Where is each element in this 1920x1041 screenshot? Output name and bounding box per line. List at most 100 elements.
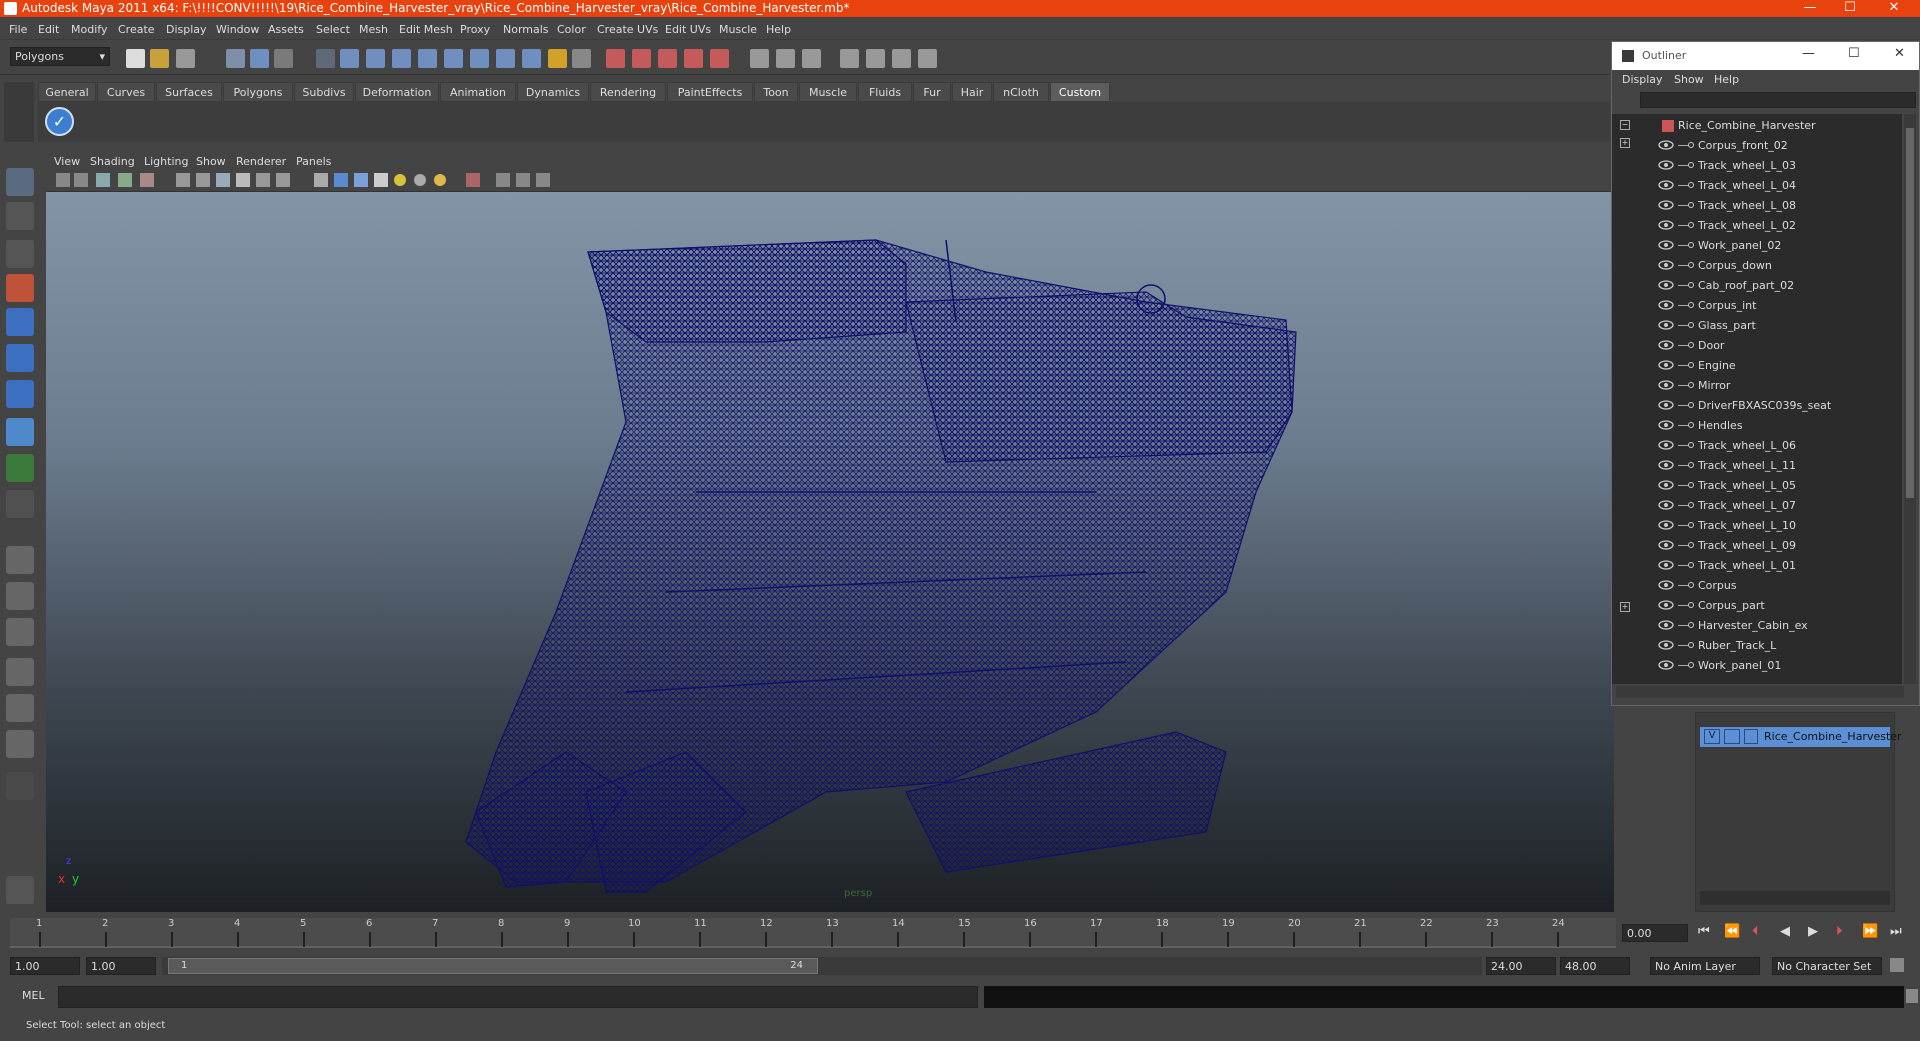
ipr-render-icon[interactable]: [632, 49, 651, 68]
pick-mask-icon[interactable]: [316, 49, 335, 68]
tab-fur[interactable]: Fur: [913, 82, 951, 102]
layer-row[interactable]: V Rice_Combine_Harvester: [1700, 727, 1902, 747]
vp-menu-show[interactable]: Show: [196, 155, 226, 168]
menu-edit-uvs[interactable]: Edit UVs: [665, 23, 711, 36]
two-d-pan-icon[interactable]: [140, 173, 154, 187]
mel-label[interactable]: MEL: [22, 989, 45, 1002]
range-slider-handle[interactable]: 1 24: [168, 958, 818, 974]
xray-joints-icon[interactable]: [516, 173, 530, 187]
all-lights-icon[interactable]: [414, 174, 426, 186]
tab-polygons[interactable]: Polygons: [223, 82, 293, 102]
vp-menu-view[interactable]: View: [54, 155, 80, 168]
bookmark-icon[interactable]: [96, 173, 110, 187]
outliner-item[interactable]: Track_wheel_L_05: [1612, 476, 1902, 496]
new-scene-icon[interactable]: [126, 49, 145, 68]
key-icon[interactable]: [1890, 958, 1904, 972]
outliner-item[interactable]: Track_wheel_L_03: [1612, 156, 1902, 176]
outliner-item[interactable]: Corpus_front_02: [1612, 136, 1902, 156]
tab-custom[interactable]: Custom: [1050, 82, 1110, 102]
tool-settings-icon[interactable]: [776, 49, 795, 68]
grid-toggle-icon[interactable]: [176, 173, 190, 187]
vp-menu-renderer[interactable]: Renderer: [236, 155, 286, 168]
snap-plane-icon[interactable]: [418, 49, 437, 68]
wire-on-shaded-icon[interactable]: [354, 173, 368, 187]
input-ops-icon[interactable]: [572, 49, 591, 68]
tab-general[interactable]: General: [38, 82, 96, 102]
single-pane-icon[interactable]: [6, 546, 34, 574]
outliner-item[interactable]: Glass_part: [1612, 316, 1902, 336]
outliner-item[interactable]: Corpus_int: [1612, 296, 1902, 316]
outliner-item[interactable]: Track_wheel_L_01: [1612, 556, 1902, 576]
history-icon[interactable]: [470, 49, 489, 68]
last-tool-icon[interactable]: [6, 490, 34, 518]
gate-mask-icon[interactable]: [236, 173, 250, 187]
tab-rendering[interactable]: Rendering: [590, 82, 666, 102]
step-back-frame-icon[interactable]: ⏴: [1752, 924, 1759, 939]
outliner-menu-display[interactable]: Display: [1622, 73, 1663, 86]
safe-action-icon[interactable]: [276, 173, 290, 187]
film-gate-icon[interactable]: [196, 173, 210, 187]
render-view-icon[interactable]: [710, 49, 729, 68]
outliner-item[interactable]: Track_wheel_L_09: [1612, 536, 1902, 556]
tab-muscle[interactable]: Muscle: [799, 82, 857, 102]
script-editor-icon[interactable]: [1906, 989, 1918, 1003]
outliner-item[interactable]: Hendles: [1612, 416, 1902, 436]
tab-curves[interactable]: Curves: [97, 82, 155, 102]
outliner-item[interactable]: Track_wheel_L_10: [1612, 516, 1902, 536]
step-forward-key-icon[interactable]: ⏩: [1862, 924, 1878, 939]
open-scene-icon[interactable]: [150, 49, 169, 68]
snap-curve-icon[interactable]: [366, 49, 385, 68]
outliner-item[interactable]: Engine: [1612, 356, 1902, 376]
tab-fluids[interactable]: Fluids: [858, 82, 912, 102]
hud-toggle-icon[interactable]: [536, 173, 550, 187]
viewport-scene[interactable]: x y z persp: [46, 192, 1614, 912]
menu-file[interactable]: File: [9, 23, 27, 36]
minimize-icon[interactable]: —: [1796, 0, 1824, 17]
camera-lock-icon[interactable]: [74, 173, 88, 187]
menu-display[interactable]: Display: [166, 23, 207, 36]
go-to-start-icon[interactable]: ⏮: [1698, 924, 1710, 939]
outliner-item[interactable]: DriverFBXASC039s_seat: [1612, 396, 1902, 416]
menu-select[interactable]: Select: [316, 23, 350, 36]
vp-menu-panels[interactable]: Panels: [296, 155, 331, 168]
anim-layer-select[interactable]: No Anim Layer: [1650, 957, 1760, 975]
collapse-icon[interactable]: −: [1620, 120, 1630, 130]
hypershade-persp-icon[interactable]: [6, 694, 34, 722]
ui-toggle-2-icon[interactable]: [866, 49, 885, 68]
outliner-item[interactable]: Track_wheel_L_02: [1612, 216, 1902, 236]
textured-icon[interactable]: [374, 173, 388, 187]
outliner-menu-help[interactable]: Help: [1714, 73, 1739, 86]
select-tool-icon[interactable]: [6, 168, 34, 196]
attribute-editor-icon[interactable]: [750, 49, 769, 68]
outliner-minimize-icon[interactable]: —: [1802, 46, 1815, 61]
channel-box-icon[interactable]: [802, 49, 821, 68]
outliner-menu-show[interactable]: Show: [1674, 73, 1704, 86]
playback-end-field[interactable]: 24.00: [1486, 957, 1556, 975]
help-icon[interactable]: [522, 49, 541, 68]
lock-icon[interactable]: [548, 49, 567, 68]
select-object-icon[interactable]: [250, 49, 269, 68]
tab-subdivs[interactable]: Subdivs: [294, 82, 354, 102]
outliner-item[interactable]: Corpus_down: [1612, 256, 1902, 276]
outliner-item[interactable]: Track_wheel_L_07: [1612, 496, 1902, 516]
mel-input[interactable]: [58, 986, 978, 1008]
play-forward-icon[interactable]: ▶: [1808, 924, 1818, 939]
outliner-close-icon[interactable]: ✕: [1894, 46, 1905, 61]
menu-create[interactable]: Create: [118, 23, 155, 36]
soft-mod-icon[interactable]: [6, 418, 34, 446]
layer-edit-icon[interactable]: [1744, 729, 1758, 744]
resolution-gate-icon[interactable]: [216, 173, 230, 187]
check-shelf-icon[interactable]: ✓: [45, 107, 74, 136]
outliner-maximize-icon[interactable]: ☐: [1848, 46, 1860, 61]
menu-muscle[interactable]: Muscle: [719, 23, 757, 36]
move-tool-icon[interactable]: [6, 274, 34, 302]
four-pane-icon[interactable]: [6, 582, 34, 610]
outliner-item[interactable]: Ruber_Track_L: [1612, 636, 1902, 656]
outliner-vscroll[interactable]: [1904, 114, 1916, 684]
outliner-item[interactable]: Harvester_Cabin_ex: [1612, 616, 1902, 636]
render-settings-icon[interactable]: [658, 49, 677, 68]
outliner-hscroll[interactable]: [1616, 686, 1904, 698]
end-time-field[interactable]: 48.00: [1560, 957, 1630, 975]
go-to-end-icon[interactable]: ⏭: [1890, 924, 1902, 939]
outliner-item[interactable]: Door: [1612, 336, 1902, 356]
